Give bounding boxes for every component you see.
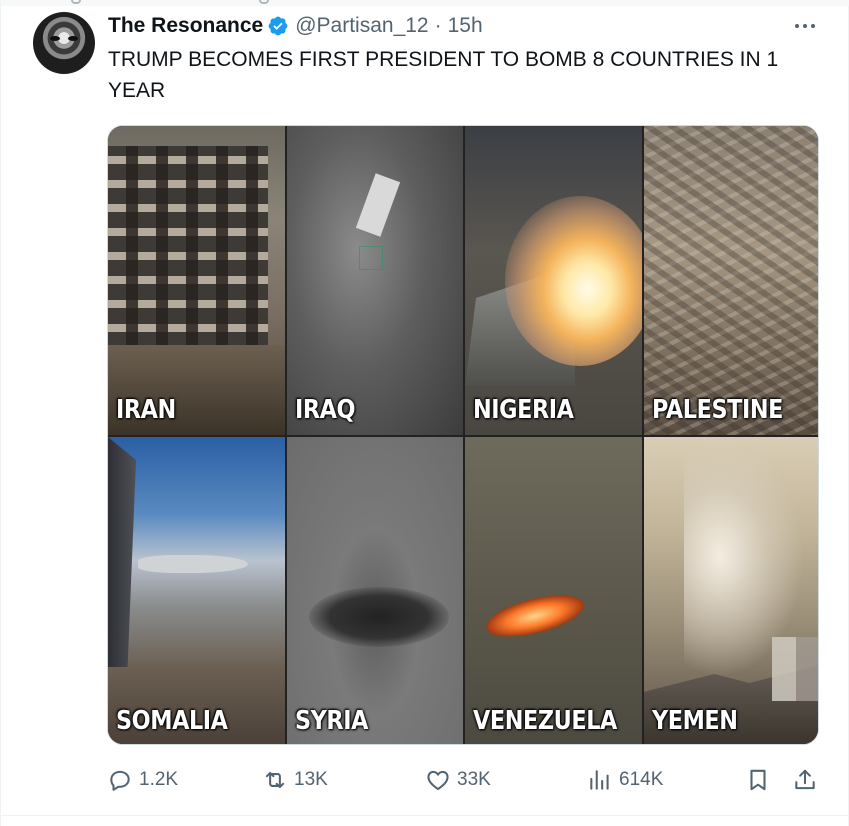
photo-tile-nigeria: NIGERIA [465, 126, 642, 435]
photo-tile-iraq: IRAQ [286, 126, 463, 435]
repost-count: 13K [294, 769, 328, 790]
photo-tile-somalia: SOMALIA [108, 437, 285, 744]
country-photo-grid: IRAN IRAQ NIGERIA PALESTINE SOMALIA SYRI… [108, 126, 818, 744]
tile-label: NIGERIA [473, 395, 574, 425]
verified-badge-icon[interactable] [267, 15, 289, 37]
tile-label: VENEZUELA [473, 706, 617, 736]
tile-label: SOMALIA [116, 706, 228, 736]
views-button[interactable]: 614K [587, 762, 663, 798]
user-handle[interactable]: @Partisan_12 [295, 14, 428, 38]
tile-label: IRAN [116, 395, 176, 425]
tile-label: IRAQ [294, 395, 356, 425]
previous-tweet-edge [1, 0, 849, 6]
photo-tile-venezuela: VENEZUELA [465, 437, 642, 744]
tweet-header: The Resonance @Partisan_12 · 15h [108, 12, 483, 40]
thread-stub-icon [259, 0, 269, 4]
like-count: 33K [457, 769, 491, 790]
timestamp[interactable]: 15h [448, 14, 483, 38]
like-button[interactable]: 33K [425, 762, 491, 798]
views-icon [590, 770, 609, 790]
heart-icon [427, 770, 449, 791]
tile-label: YEMEN [651, 706, 738, 736]
more-options-icon[interactable] [791, 16, 819, 36]
display-name[interactable]: The Resonance [108, 14, 263, 38]
photo-tile-yemen: YEMEN [643, 437, 818, 744]
share-button[interactable] [792, 762, 818, 798]
divider [1, 815, 849, 816]
bookmark-button[interactable] [745, 762, 771, 798]
reply-button[interactable]: 1.2K [107, 762, 178, 798]
photo-tile-palestine: PALESTINE [643, 126, 818, 435]
tweet[interactable]: The Resonance @Partisan_12 · 15h TRUMP B… [0, 0, 849, 826]
repost-button[interactable]: 13K [262, 762, 328, 798]
share-icon [795, 769, 815, 790]
photo-tile-syria: SYRIA [286, 437, 463, 744]
bookmark-icon [750, 769, 766, 791]
tweet-media-image[interactable]: IRAN IRAQ NIGERIA PALESTINE SOMALIA SYRI… [107, 125, 819, 745]
tweet-text: TRUMP BECOMES FIRST PRESIDENT TO BOMB 8 … [108, 48, 779, 102]
reply-icon [110, 770, 130, 791]
tweet-actions-bar: 1.2K 13K 33K 614K [107, 762, 819, 798]
separator-dot: · [434, 14, 442, 37]
avatar[interactable] [33, 12, 95, 74]
photo-tile-iran: IRAN [108, 126, 285, 435]
reply-count: 1.2K [139, 769, 179, 790]
views-count: 614K [619, 769, 664, 790]
tile-label: SYRIA [294, 706, 368, 736]
repost-icon [265, 771, 285, 789]
thread-stub-icon [71, 0, 81, 4]
tile-label: PALESTINE [651, 395, 783, 425]
